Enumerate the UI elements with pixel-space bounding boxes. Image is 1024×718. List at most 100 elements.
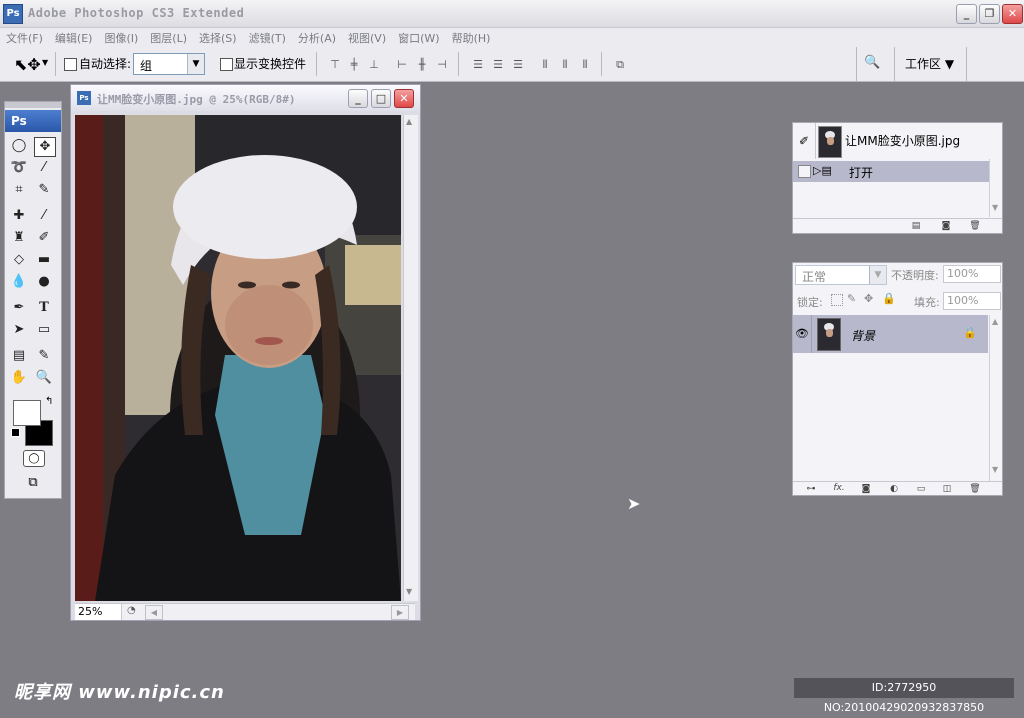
zoom-tool-icon[interactable]: 🔍: [34, 369, 54, 387]
history-source-box[interactable]: [798, 165, 811, 178]
bridge-icon[interactable]: 🔍: [864, 55, 886, 73]
scroll-right-icon[interactable]: ▶: [391, 605, 409, 620]
scroll-down-icon[interactable]: ▼: [992, 465, 998, 474]
history-brush-source-icon[interactable]: ✐: [793, 123, 816, 159]
marquee-tool-icon[interactable]: ◯: [9, 137, 29, 155]
distribute-vcenter-icon[interactable]: ☰: [490, 58, 506, 72]
scroll-down-icon[interactable]: ▼: [992, 203, 998, 212]
scroll-up-icon[interactable]: ▲: [992, 317, 998, 326]
magic-wand-tool-icon[interactable]: ⁄: [34, 159, 54, 177]
workspace-menu[interactable]: 工作区 ▼: [905, 55, 954, 72]
lock-pixels-icon[interactable]: ✎: [847, 292, 856, 305]
align-hcenter-icon[interactable]: ╫: [414, 58, 430, 72]
align-right-icon[interactable]: ⊣: [434, 58, 450, 72]
type-tool-icon[interactable]: T: [34, 299, 54, 317]
slice-tool-icon[interactable]: ✎: [34, 181, 54, 199]
fill-field[interactable]: 100%: [943, 292, 1001, 310]
minimize-button[interactable]: _: [956, 4, 977, 24]
distribute-right-icon[interactable]: ⦀: [577, 58, 593, 72]
move-tool-icon[interactable]: ✥: [34, 137, 56, 157]
menu-window[interactable]: 窗口(W): [392, 28, 445, 46]
crop-tool-icon[interactable]: ⌗: [9, 181, 29, 199]
scroll-down-icon[interactable]: ▼: [406, 587, 412, 596]
menu-view[interactable]: 视图(V): [342, 28, 392, 46]
trash-icon[interactable]: 🗑: [969, 484, 981, 494]
lock-position-icon[interactable]: ✥: [864, 292, 873, 305]
auto-select-checkbox[interactable]: [64, 58, 77, 71]
menu-analysis[interactable]: 分析(A): [292, 28, 342, 46]
eraser-tool-icon[interactable]: ◇: [9, 251, 29, 269]
opacity-field[interactable]: 100%: [943, 265, 1001, 283]
menu-layer[interactable]: 图层(L): [144, 28, 193, 46]
menu-help[interactable]: 帮助(H): [446, 28, 497, 46]
doc-close-button[interactable]: ✕: [394, 89, 414, 108]
history-scrollbar[interactable]: ▼: [989, 159, 1002, 217]
scroll-left-icon[interactable]: ◀: [145, 605, 163, 620]
menu-edit[interactable]: 编辑(E): [49, 28, 99, 46]
show-transform-checkbox[interactable]: [220, 58, 233, 71]
doc-minimize-button[interactable]: _: [348, 89, 368, 108]
distribute-left-icon[interactable]: ⦀: [537, 58, 553, 72]
screen-mode-icon[interactable]: ⧉: [22, 475, 44, 491]
swap-colors-icon[interactable]: ↰: [45, 396, 53, 407]
brush-tool-icon[interactable]: ⁄: [34, 207, 54, 225]
foreground-color-swatch[interactable]: [13, 400, 41, 426]
layer-visibility-eye-icon[interactable]: 👁: [793, 315, 812, 353]
close-button[interactable]: ✕: [1002, 4, 1023, 24]
zoom-level-field[interactable]: 25%: [75, 604, 122, 620]
layer-row-background[interactable]: 👁 背景 🔒: [793, 315, 988, 353]
auto-align-icon[interactable]: ⧉: [612, 58, 628, 72]
tool-preset-arrow-icon[interactable]: ▼: [42, 58, 48, 67]
blur-tool-icon[interactable]: 💧: [9, 273, 29, 291]
dodge-tool-icon[interactable]: ●: [34, 273, 54, 291]
align-vcenter-icon[interactable]: ╪: [346, 58, 362, 72]
default-colors-icon[interactable]: [11, 428, 20, 437]
gradient-tool-icon[interactable]: ▬: [34, 251, 54, 269]
layer-mask-icon[interactable]: ◙: [860, 484, 872, 494]
new-document-from-state-icon[interactable]: ▤: [910, 221, 922, 231]
document-canvas-photo[interactable]: [75, 115, 401, 601]
lock-transparency-icon[interactable]: [831, 294, 843, 306]
lock-all-icon[interactable]: 🔒: [882, 292, 896, 305]
document-title-bar[interactable]: Ps 让MM脸变小原图.jpg @ 25%(RGB/8#) _ □ ✕: [71, 85, 420, 111]
align-bottom-icon[interactable]: ⊥: [366, 58, 382, 72]
link-layers-icon[interactable]: ⊶: [803, 484, 819, 494]
blend-mode-dropdown[interactable]: 正常 ▼: [795, 265, 887, 285]
trash-icon[interactable]: 🗑: [969, 221, 981, 231]
notes-tool-icon[interactable]: ▤: [9, 347, 29, 365]
lasso-tool-icon[interactable]: ➰: [9, 159, 29, 177]
distribute-bottom-icon[interactable]: ☰: [510, 58, 526, 72]
eyedropper-tool-icon[interactable]: ✎: [34, 347, 54, 365]
quick-mask-icon[interactable]: ◯: [23, 450, 45, 467]
align-left-icon[interactable]: ⊢: [394, 58, 410, 72]
healing-brush-tool-icon[interactable]: ✚: [9, 207, 29, 225]
align-top-icon[interactable]: ⊤: [327, 58, 343, 72]
snapshot-name[interactable]: 让MM脸变小原图.jpg: [845, 132, 960, 149]
adjustment-layer-icon[interactable]: ◐: [888, 484, 900, 494]
layer-name[interactable]: 背景: [851, 327, 875, 344]
history-state-row[interactable]: ▷▤ 打开: [793, 161, 989, 182]
status-info-icon[interactable]: ◔: [127, 605, 136, 616]
move-tool-icon[interactable]: ⬉✥: [14, 55, 41, 74]
menu-filter[interactable]: 滤镜(T): [243, 28, 292, 46]
clone-stamp-tool-icon[interactable]: ♜: [9, 229, 29, 247]
new-snapshot-icon[interactable]: ◙: [940, 221, 952, 231]
auto-select-dropdown[interactable]: 组 ▼: [133, 53, 205, 75]
doc-maximize-button[interactable]: □: [371, 89, 391, 108]
pen-tool-icon[interactable]: ✒: [9, 299, 29, 317]
path-selection-tool-icon[interactable]: ➤: [9, 321, 29, 339]
new-group-icon[interactable]: ▭: [915, 484, 927, 494]
vertical-scrollbar[interactable]: ▲ ▼: [403, 115, 418, 601]
menu-image[interactable]: 图像(I): [98, 28, 144, 46]
menu-file[interactable]: 文件(F): [0, 28, 49, 46]
hand-tool-icon[interactable]: ✋: [9, 369, 29, 387]
layer-style-fx-icon[interactable]: fx.: [833, 483, 845, 493]
history-brush-tool-icon[interactable]: ✐: [34, 229, 54, 247]
restore-button[interactable]: ❐: [979, 4, 1000, 24]
layers-scrollbar[interactable]: ▲ ▼: [989, 315, 1002, 481]
scroll-up-icon[interactable]: ▲: [406, 117, 412, 126]
shape-tool-icon[interactable]: ▭: [34, 321, 54, 339]
distribute-top-icon[interactable]: ☰: [470, 58, 486, 72]
distribute-hcenter-icon[interactable]: ⦀: [557, 58, 573, 72]
new-layer-icon[interactable]: ◫: [941, 484, 953, 494]
